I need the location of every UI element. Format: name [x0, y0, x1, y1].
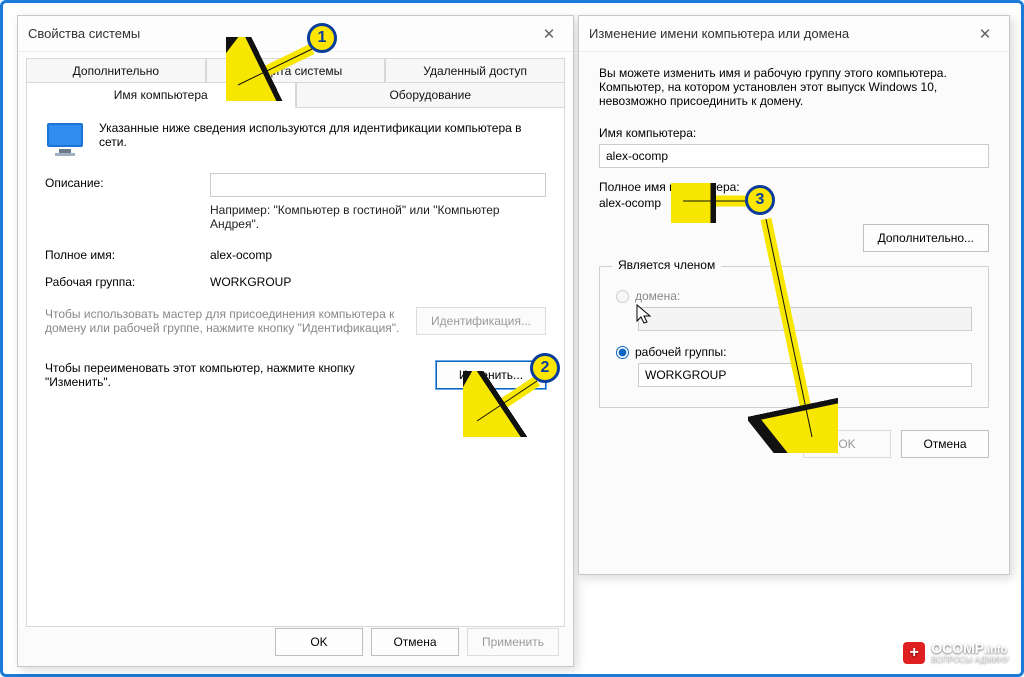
- workgroup-radio[interactable]: [616, 346, 629, 359]
- watermark-brand: OCOMP: [931, 640, 984, 656]
- workgroup-input[interactable]: [638, 363, 972, 387]
- tab-protection[interactable]: Защита системы: [206, 58, 386, 83]
- monitor-icon: [45, 121, 85, 159]
- domain-radio: [616, 290, 629, 303]
- tab-advanced[interactable]: Дополнительно: [26, 58, 206, 83]
- domain-input: [638, 307, 972, 331]
- fullname-label: Полное имя:: [45, 245, 200, 262]
- apply-button: Применить: [467, 628, 559, 656]
- plus-icon: +: [903, 642, 925, 664]
- dlg1-buttons: OK Отмена Применить: [275, 628, 559, 656]
- dlg1-titlebar: Свойства системы ✕: [18, 16, 573, 52]
- tab-body: Указанные ниже сведения используются для…: [26, 107, 565, 627]
- dlg1-title: Свойства системы: [28, 26, 535, 41]
- ok-button[interactable]: OK: [275, 628, 363, 656]
- fullname-value: alex-ocomp: [599, 196, 989, 210]
- ok-button: OK: [803, 430, 891, 458]
- tab-remote[interactable]: Удаленный доступ: [385, 58, 565, 83]
- dlg2-title: Изменение имени компьютера или домена: [589, 26, 971, 41]
- dlg2-titlebar: Изменение имени компьютера или домена ✕: [579, 16, 1009, 52]
- identify-button: Идентификация...: [416, 307, 546, 335]
- close-icon[interactable]: ✕: [535, 20, 563, 48]
- description-input[interactable]: [210, 173, 546, 197]
- rename-text: Чтобы переименовать этот компьютер, нажм…: [45, 361, 424, 389]
- dlg2-intro: Вы можете изменить имя и рабочую группу …: [599, 66, 989, 108]
- watermark-sub: ВОПРОСЫ АДМИНУ: [931, 656, 1009, 664]
- tab-hardware[interactable]: Оборудование: [296, 82, 566, 108]
- computer-name-label: Имя компьютера:: [599, 126, 989, 140]
- change-button[interactable]: Изменить...: [436, 361, 546, 389]
- tab-computer-name[interactable]: Имя компьютера: [26, 82, 296, 108]
- workgroup-label: Рабочая группа:: [45, 272, 200, 289]
- workgroup-value: WORKGROUP: [210, 272, 291, 289]
- member-of-group: Является членом домена: рабочей группы:: [599, 266, 989, 408]
- change-name-dialog: Изменение имени компьютера или домена ✕ …: [578, 15, 1010, 575]
- system-properties-dialog: Свойства системы ✕ Дополнительно Защита …: [17, 15, 574, 667]
- intro-text: Указанные ниже сведения используются для…: [99, 121, 546, 149]
- more-button[interactable]: Дополнительно...: [863, 224, 989, 252]
- member-of-label: Является членом: [612, 258, 721, 272]
- fullname-value: alex-ocomp: [210, 245, 272, 262]
- cancel-button[interactable]: Отмена: [371, 628, 459, 656]
- tabs: Дополнительно Защита системы Удаленный д…: [18, 52, 573, 627]
- domain-radio-label: домена:: [635, 289, 680, 303]
- workgroup-radio-label: рабочей группы:: [635, 345, 726, 359]
- wizard-text: Чтобы использовать мастер для присоедине…: [45, 307, 404, 335]
- description-label: Описание:: [45, 173, 200, 197]
- fullname-label: Полное имя компьютера:: [599, 180, 989, 194]
- computer-name-input[interactable]: [599, 144, 989, 168]
- watermark: + OCOMP.info ВОПРОСЫ АДМИНУ: [903, 641, 1009, 664]
- description-example: Например: "Компьютер в гостиной" или "Ко…: [210, 203, 546, 231]
- close-icon[interactable]: ✕: [971, 20, 999, 48]
- cancel-button[interactable]: Отмена: [901, 430, 989, 458]
